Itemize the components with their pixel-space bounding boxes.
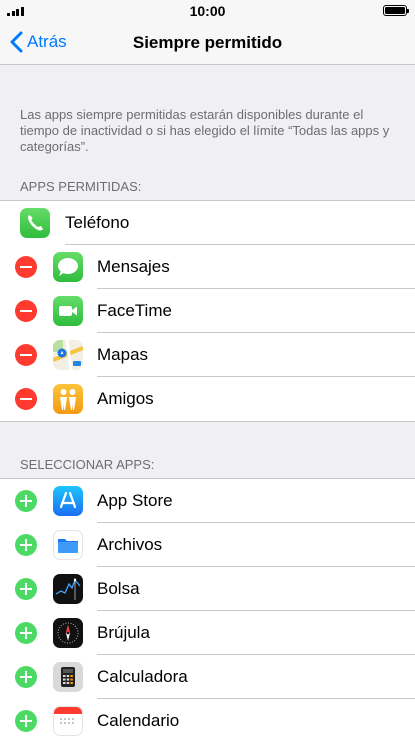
files-icon [53, 530, 83, 560]
page-title: Siempre permitido [132, 33, 283, 52]
maps-icon [53, 340, 83, 370]
app-store-icon [53, 486, 83, 516]
messages-icon [53, 252, 83, 282]
battery-icon [383, 5, 409, 16]
remove-button[interactable] [15, 300, 37, 322]
list-item-label: App Store [97, 491, 173, 510]
add-button[interactable] [15, 490, 37, 512]
navigation-bar: Atrás Siempre permitido [0, 22, 415, 65]
list-item-label: Brújula [97, 623, 150, 642]
phone-icon [20, 208, 50, 238]
list-item-phone[interactable]: Teléfono [0, 201, 415, 245]
list-item-calculator: Calculadora [0, 655, 415, 699]
list-item-messages: Mensajes [0, 245, 415, 289]
facetime-icon [53, 296, 83, 326]
status-bar: 10:00 [0, 0, 415, 22]
status-time: 10:00 [189, 3, 226, 19]
list-item-label: Teléfono [65, 213, 130, 232]
compass-icon [53, 618, 83, 648]
description-text: Las apps siempre permitidas estarán disp… [20, 107, 390, 154]
remove-button[interactable] [15, 256, 37, 278]
list-item-maps: Mapas [0, 333, 415, 377]
list-item-label: FaceTime [97, 301, 172, 320]
calculator-icon [53, 662, 83, 692]
list-item-label: Calendario [97, 711, 180, 730]
list-item-app-store: App Store [0, 479, 415, 523]
list-item-friends: Amigos [0, 377, 415, 421]
list-item-label: Calculadora [97, 667, 188, 686]
list-item-label: Mapas [97, 345, 149, 364]
list-item-label: Bolsa [97, 579, 140, 598]
calendar-icon [53, 706, 83, 736]
remove-button[interactable] [15, 388, 37, 410]
add-button[interactable] [15, 622, 37, 644]
add-button[interactable] [15, 578, 37, 600]
section-header-allowed: APPS PERMITIDAS: [20, 179, 142, 194]
add-button[interactable] [15, 710, 37, 732]
add-button[interactable] [15, 534, 37, 556]
list-item-facetime: FaceTime [0, 289, 415, 333]
section-header-select: SELECCIONAR APPS: [20, 457, 155, 472]
select-apps-list: App Store Archivos Bolsa Brújula Calcula [0, 478, 415, 738]
add-button[interactable] [15, 666, 37, 688]
stocks-icon [53, 574, 83, 604]
list-item-label: Archivos [97, 535, 163, 554]
list-item-label: Mensajes [97, 257, 170, 276]
list-item-compass: Brújula [0, 611, 415, 655]
allowed-apps-list: Teléfono Mensajes FaceTime Mapas Amigos [0, 200, 415, 422]
remove-button[interactable] [15, 344, 37, 366]
find-friends-icon [53, 384, 83, 414]
list-item-calendar: Calendario [0, 699, 415, 738]
list-item-stocks: Bolsa [0, 567, 415, 611]
list-item-label: Amigos [97, 389, 154, 408]
list-item-files: Archivos [0, 523, 415, 567]
